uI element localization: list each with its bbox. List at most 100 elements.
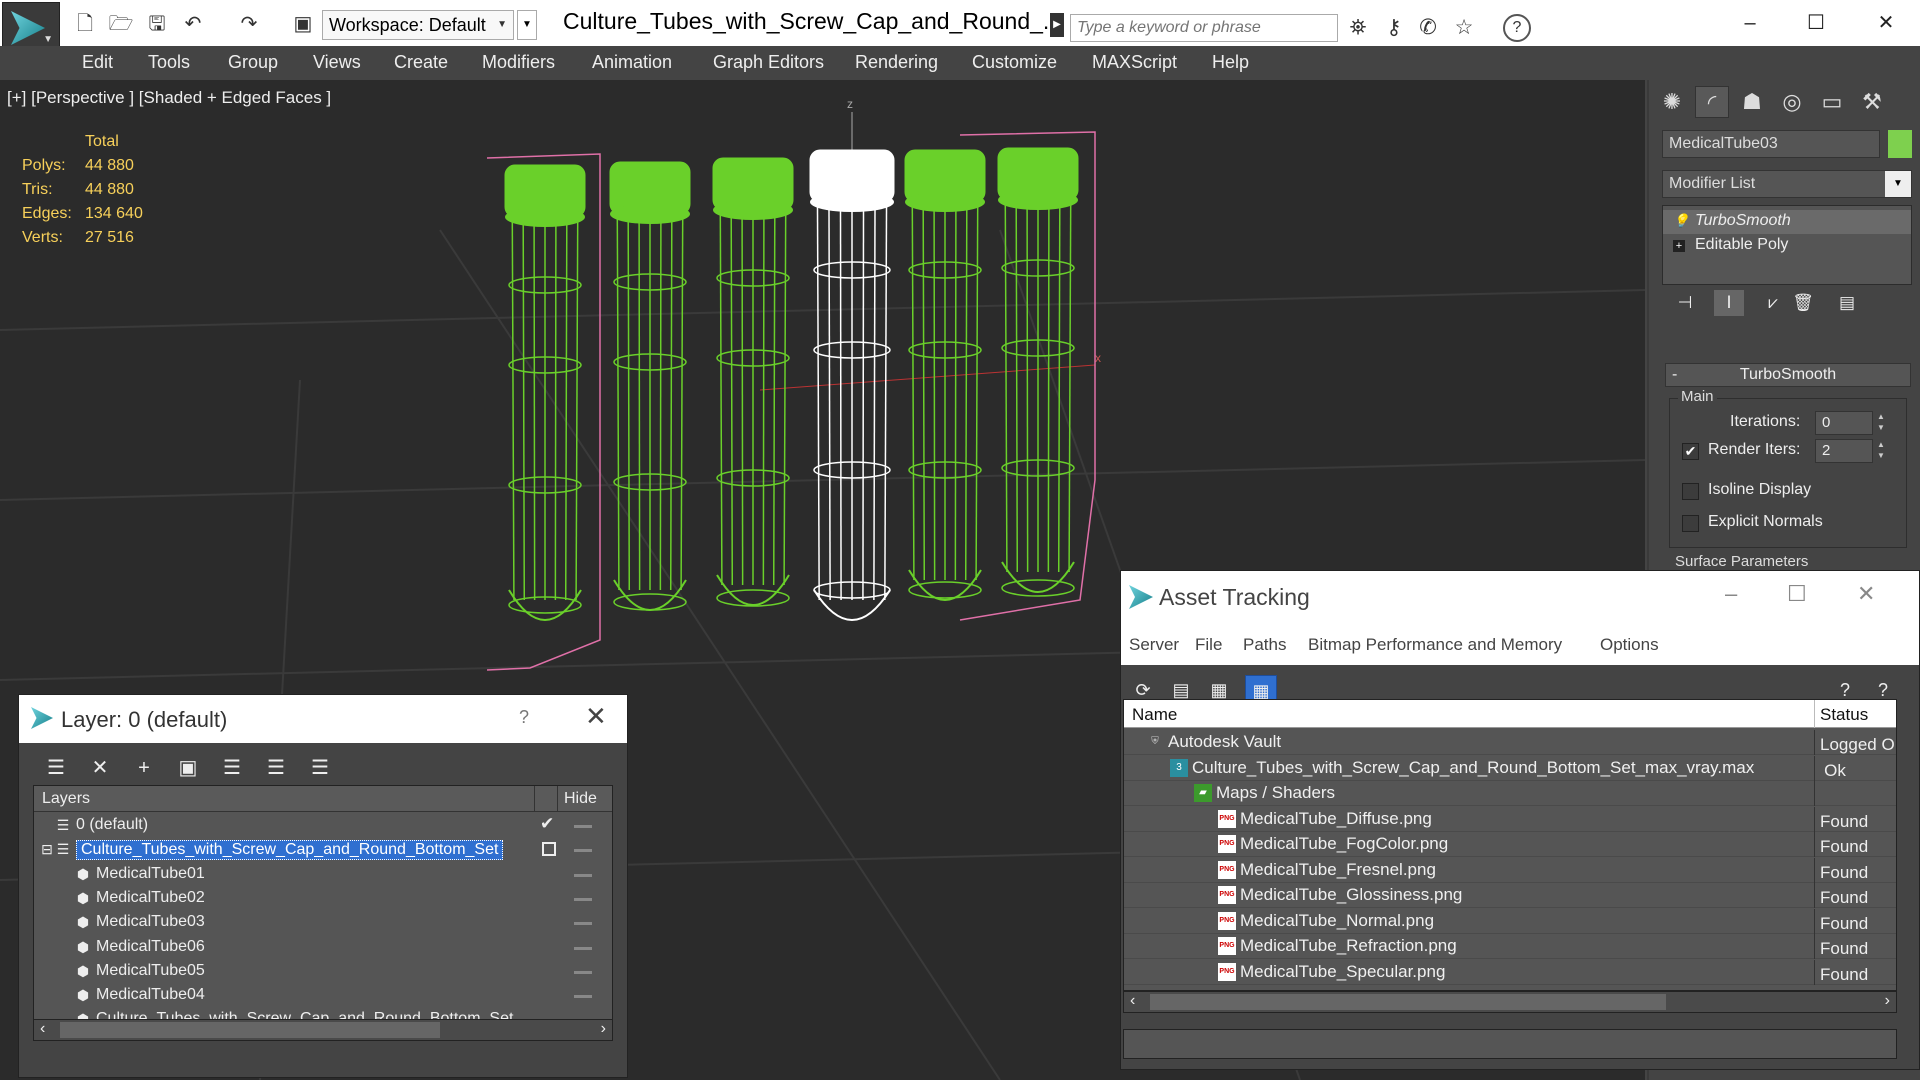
asset-horizontal-scrollbar[interactable]: ‹ › bbox=[1123, 991, 1897, 1013]
menu-file[interactable]: File bbox=[1195, 635, 1222, 655]
minimize-icon[interactable]: – bbox=[1725, 581, 1737, 607]
viewport-label[interactable]: [+] [Perspective ] [Shaded + Edged Faces… bbox=[7, 88, 331, 108]
menu-graph-editors[interactable]: Graph Editors bbox=[713, 52, 824, 73]
hide-toggle[interactable] bbox=[574, 849, 592, 853]
layer-row[interactable]: ☰ 0 (default) ✔ bbox=[34, 814, 612, 838]
hide-toggle[interactable] bbox=[574, 995, 592, 999]
close-icon[interactable]: ✕ bbox=[585, 701, 607, 732]
menu-options[interactable]: Options bbox=[1600, 635, 1659, 655]
menu-group[interactable]: Group bbox=[228, 52, 278, 73]
pin-stack-icon[interactable]: ⊣ bbox=[1670, 290, 1700, 316]
layer-horizontal-scrollbar[interactable]: ‹ › bbox=[33, 1019, 613, 1041]
remove-modifier-icon[interactable]: 🗑 bbox=[1788, 290, 1818, 316]
menu-maxscript[interactable]: MAXScript bbox=[1092, 52, 1177, 73]
menu-customize[interactable]: Customize bbox=[972, 52, 1057, 73]
asset-row[interactable]: PNG MedicalTube_Normal.png Found bbox=[1124, 908, 1896, 934]
delete-layer-icon[interactable]: ✕ bbox=[83, 751, 117, 785]
binoculars-icon[interactable]: ⛯ bbox=[1344, 14, 1372, 42]
menu-create[interactable]: Create bbox=[394, 52, 448, 73]
new-file-icon[interactable]: 🗋 bbox=[72, 11, 98, 37]
culture-tube[interactable] bbox=[609, 161, 691, 611]
set-current-layer-box[interactable] bbox=[542, 842, 556, 857]
object-row[interactable]: ⬢ MedicalTube06 bbox=[34, 936, 612, 960]
scroll-thumb[interactable] bbox=[60, 1022, 440, 1038]
object-row[interactable]: ⬢ MedicalTube02 bbox=[34, 887, 612, 911]
display-tab-icon[interactable]: ▭ bbox=[1815, 86, 1849, 118]
hide-unhide-all-icon[interactable]: ☰ bbox=[259, 751, 293, 785]
create-layer-icon[interactable]: ☰ bbox=[39, 751, 73, 785]
scroll-right-icon[interactable]: › bbox=[601, 1020, 606, 1038]
col-layers[interactable]: Layers bbox=[42, 790, 90, 808]
freeze-unfreeze-all-icon[interactable]: ☰ bbox=[303, 751, 337, 785]
communication-center-icon[interactable]: ✆ bbox=[1414, 14, 1442, 42]
asset-row[interactable]: ⛨ Autodesk Vault Logged O bbox=[1124, 730, 1896, 755]
asset-row[interactable]: ▰ Maps / Shaders bbox=[1124, 781, 1896, 806]
close-icon[interactable]: ✕ bbox=[1857, 581, 1875, 607]
utilities-tab-hammer-icon[interactable]: ⚒ bbox=[1855, 86, 1889, 118]
culture-tube[interactable] bbox=[997, 147, 1079, 597]
object-row[interactable]: ⬢ MedicalTube03 bbox=[34, 911, 612, 935]
menu-views[interactable]: Views bbox=[313, 52, 361, 73]
save-file-icon[interactable]: 🖫 bbox=[144, 11, 170, 37]
maximize-icon[interactable]: ☐ bbox=[1794, 8, 1838, 38]
surface-parameters-rollout[interactable]: Surface Parameters bbox=[1675, 553, 1808, 570]
asset-path-field[interactable] bbox=[1123, 1029, 1897, 1059]
project-folder-icon[interactable]: ▣ bbox=[290, 11, 316, 37]
hide-toggle[interactable] bbox=[574, 873, 592, 877]
modifier-list-dropdown[interactable]: Modifier List ▼ bbox=[1662, 170, 1912, 198]
spinner-arrows-icon[interactable]: ▲ ▼ bbox=[1876, 439, 1886, 463]
scroll-thumb[interactable] bbox=[1150, 994, 1666, 1010]
stack-item-turbosmooth[interactable]: 💡 TurboSmooth bbox=[1663, 210, 1911, 234]
workspace-dropdown[interactable]: Workspace: Default ▼ bbox=[322, 10, 514, 40]
select-objects-icon[interactable]: ▣ bbox=[171, 751, 205, 785]
undo-icon[interactable]: ↶ bbox=[180, 11, 206, 37]
hide-toggle[interactable] bbox=[574, 970, 592, 974]
modify-tab-icon[interactable]: ◜ bbox=[1695, 86, 1729, 118]
hide-toggle[interactable] bbox=[574, 897, 592, 901]
asset-row[interactable]: PNG MedicalTube_Diffuse.png Found bbox=[1124, 806, 1896, 832]
col-status[interactable]: Status bbox=[1820, 705, 1868, 725]
help-icon[interactable]: ? bbox=[519, 707, 529, 728]
add-to-layer-icon[interactable]: + bbox=[127, 751, 161, 785]
render-iters-spinner[interactable]: 2 bbox=[1815, 439, 1873, 463]
close-icon[interactable]: ✕ bbox=[1864, 8, 1908, 38]
explicit-normals-checkbox[interactable] bbox=[1682, 515, 1699, 532]
asset-row[interactable]: PNG MedicalTube_FogColor.png Found bbox=[1124, 832, 1896, 857]
culture-tube[interactable] bbox=[712, 157, 794, 607]
motion-tab-icon[interactable]: ◎ bbox=[1775, 86, 1809, 118]
object-row[interactable]: ⬢ MedicalTube01 bbox=[34, 863, 612, 887]
culture-tube[interactable] bbox=[904, 149, 986, 601]
scroll-right-icon[interactable]: › bbox=[1885, 992, 1890, 1010]
asset-row[interactable]: PNG MedicalTube_Glossiness.png Found bbox=[1124, 883, 1896, 908]
hide-toggle[interactable] bbox=[574, 946, 592, 950]
menu-rendering[interactable]: Rendering bbox=[855, 52, 938, 73]
asset-row[interactable]: PNG MedicalTube_Refraction.png Found bbox=[1124, 934, 1896, 959]
object-row[interactable]: ⬢ MedicalTube04 bbox=[34, 984, 612, 1008]
col-hide[interactable]: Hide bbox=[564, 790, 597, 808]
object-color-swatch[interactable] bbox=[1888, 130, 1912, 158]
iterations-spinner[interactable]: 0 bbox=[1815, 411, 1873, 435]
menu-server[interactable]: Server bbox=[1129, 635, 1179, 655]
lightbulb-icon[interactable]: 💡 bbox=[1673, 213, 1689, 229]
culture-tube[interactable] bbox=[504, 164, 586, 621]
scroll-left-icon[interactable]: ‹ bbox=[40, 1020, 45, 1038]
key-icon[interactable]: ⚷ bbox=[1380, 14, 1408, 42]
object-name-field[interactable]: MedicalTube03 bbox=[1662, 130, 1880, 158]
turbosmooth-rollout-header[interactable]: - TurboSmooth bbox=[1665, 363, 1911, 387]
menu-animation[interactable]: Animation bbox=[592, 52, 672, 73]
open-file-icon[interactable]: 🗁 bbox=[108, 11, 134, 37]
current-layer-check-icon[interactable]: ✔ bbox=[540, 814, 554, 834]
workspace-options-button[interactable]: ▼ bbox=[517, 10, 537, 40]
menu-tools[interactable]: Tools bbox=[148, 52, 190, 73]
favorites-star-icon[interactable]: ☆ bbox=[1450, 14, 1478, 42]
menu-edit[interactable]: Edit bbox=[82, 52, 113, 73]
layer-row[interactable]: ⊟ ☰ Culture_Tubes_with_Screw_Cap_and_Round… bbox=[34, 838, 612, 862]
hierarchy-tab-icon[interactable]: ☗ bbox=[1735, 86, 1769, 118]
configure-modifier-sets-icon[interactable]: ▤ bbox=[1832, 290, 1862, 316]
show-end-result-icon[interactable]: Ⅰ bbox=[1714, 290, 1744, 316]
object-row[interactable]: ⬢ MedicalTube05 bbox=[34, 960, 612, 984]
highlight-selected-icon[interactable]: ☰ bbox=[215, 751, 249, 785]
redo-icon[interactable]: ↷ bbox=[236, 11, 262, 37]
menu-bitmap-performance[interactable]: Bitmap Performance and Memory bbox=[1308, 635, 1562, 655]
hide-toggle[interactable] bbox=[574, 922, 592, 926]
